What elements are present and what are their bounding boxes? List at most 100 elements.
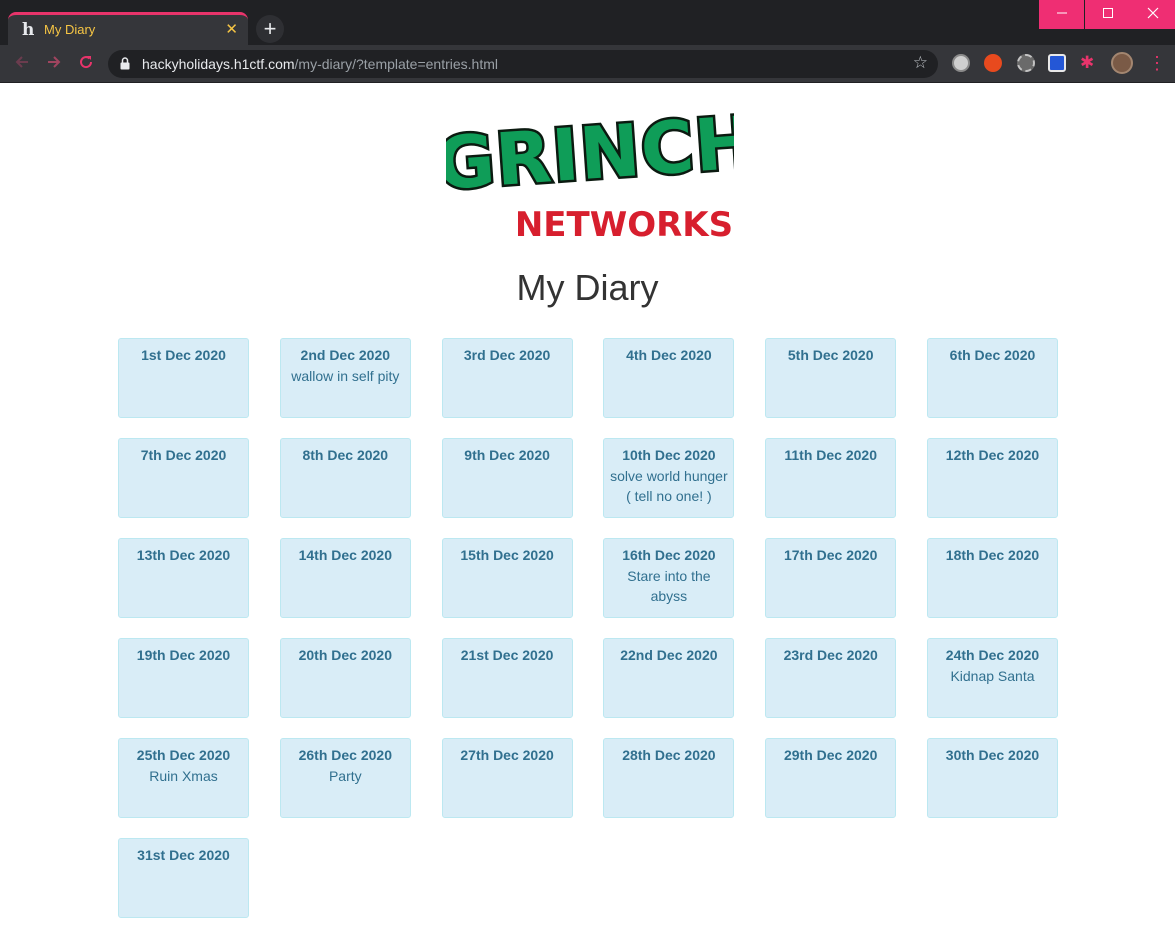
entry-date: 26th Dec 2020 [298, 747, 392, 763]
diary-entry-card: 10th Dec 2020 solve world hunger ( tell n… [603, 438, 735, 518]
window-maximize-button[interactable] [1085, 0, 1130, 29]
entry-date: 18th Dec 2020 [945, 547, 1040, 563]
entry-date: 9th Dec 2020 [464, 447, 550, 463]
entry-date: 12th Dec 2020 [945, 447, 1040, 463]
diary-entry-card: 17th Dec 2020 [765, 538, 897, 618]
diary-entry-card: 29th Dec 2020 [765, 738, 897, 818]
back-button[interactable] [10, 52, 34, 76]
page-title: My Diary [516, 267, 659, 308]
arrow-right-icon [48, 56, 61, 68]
browser-toolbar: hackyholidays.h1ctf.com/my-diary/?templa… [0, 45, 1175, 83]
diary-entry-card: 9th Dec 2020 [441, 438, 573, 518]
entry-date: 13th Dec 2020 [136, 547, 231, 563]
diary-entry-card: 22nd Dec 2020 [603, 638, 735, 718]
diary-entry-card: 15th Dec 2020 [441, 538, 573, 618]
diary-entry-card: 14th Dec 2020 [279, 538, 411, 618]
url-path: /my-diary/?template=entries.html [294, 56, 498, 72]
extension-shield-icon[interactable] [1048, 54, 1066, 72]
entry-date: 28th Dec 2020 [622, 747, 716, 763]
extension-gear-icon[interactable] [1017, 54, 1035, 72]
arrow-left-icon [15, 56, 28, 68]
diary-entry-card: 27th Dec 2020 [441, 738, 573, 818]
extension-globe-icon[interactable] [952, 54, 970, 72]
minimize-icon [1056, 12, 1067, 14]
entry-date: 8th Dec 2020 [302, 447, 389, 463]
entry-text: Kidnap Santa [950, 668, 1035, 684]
profile-avatar[interactable] [1111, 52, 1133, 74]
diary-entry-card: 23rd Dec 2020 [765, 638, 897, 718]
diary-entry-card: 25th Dec 2020 Ruin Xmas [118, 738, 249, 818]
url-host: hackyholidays.h1ctf.com [142, 56, 295, 72]
diary-entry-card: 26th Dec 2020 Party [279, 738, 411, 818]
browser-menu-icon[interactable]: ⋮ [1148, 54, 1166, 72]
diary-entry-card: 30th Dec 2020 [926, 738, 1058, 818]
entry-date: 4th Dec 2020 [626, 347, 712, 363]
entry-date: 16th Dec 2020 [622, 547, 716, 563]
entry-text: Stare into the abyss [627, 568, 711, 604]
tab-title: My Diary [44, 22, 96, 37]
new-tab-button[interactable]: + [256, 15, 284, 43]
bookmark-star-icon[interactable]: ☆ [913, 53, 928, 73]
reload-icon [80, 56, 93, 69]
diary-entry-card: 2nd Dec 2020 wallow in self pity [279, 338, 411, 418]
entry-date: 17th Dec 2020 [783, 547, 878, 563]
window-minimize-button[interactable] [1039, 0, 1084, 29]
entry-text: wallow in self pity [291, 368, 400, 384]
entry-date: 29th Dec 2020 [783, 747, 878, 763]
diary-entry-card: 1st Dec 2020 [118, 338, 249, 418]
entry-text: Party [328, 768, 362, 784]
extension-santa-icon[interactable] [984, 54, 1002, 72]
grinch-networks-logo: GRINCH NETWORKS [446, 97, 734, 241]
entry-date: 6th Dec 2020 [949, 347, 1036, 363]
diary-entry-card: 18th Dec 2020 [926, 538, 1058, 618]
diary-entry-card: 11th Dec 2020 [765, 438, 897, 518]
entry-text: solve world hunger ( tell no one! ) [610, 468, 728, 504]
diary-entry-card: 6th Dec 2020 [926, 338, 1058, 418]
diary-entry-card: 31st Dec 2020 [118, 838, 249, 918]
diary-entry-card: 20th Dec 2020 [279, 638, 411, 718]
diary-entry-card: 5th Dec 2020 [765, 338, 897, 418]
entry-date: 31st Dec 2020 [137, 847, 230, 863]
entry-date: 21st Dec 2020 [460, 647, 554, 663]
diary-entry-card: 12th Dec 2020 [926, 438, 1058, 518]
logo-bottom-text: NETWORKS [515, 205, 733, 241]
diary-entry-card: 28th Dec 2020 [603, 738, 735, 818]
diary-entry-card: 3rd Dec 2020 [441, 338, 573, 418]
lock-icon [120, 57, 130, 70]
forward-button[interactable] [42, 52, 66, 76]
diary-entry-card: 16th Dec 2020 Stare into the abyss [603, 538, 735, 618]
diary-entry-card: 24th Dec 2020 Kidnap Santa [926, 638, 1058, 718]
url-text: hackyholidays.h1ctf.com/my-diary/?templa… [142, 56, 498, 72]
entry-date: 10th Dec 2020 [622, 447, 716, 463]
entry-date: 20th Dec 2020 [298, 647, 392, 663]
tab-close-icon[interactable]: ✕ [225, 20, 238, 38]
browser-tab-strip: h My Diary ✕ + [0, 0, 1175, 45]
diary-entry-card: 8th Dec 2020 [279, 438, 411, 518]
entry-date: 7th Dec 2020 [140, 447, 227, 463]
diary-entry-card: 13th Dec 2020 [118, 538, 249, 618]
site-favicon-icon: h [22, 20, 35, 40]
maximize-icon [1102, 8, 1113, 18]
browser-tab[interactable]: h My Diary ✕ [8, 12, 248, 45]
entry-date: 30th Dec 2020 [945, 747, 1040, 763]
entry-text: Ruin Xmas [149, 768, 218, 784]
window-close-button[interactable] [1130, 0, 1175, 29]
page-content: GRINCH NETWORKS My Diary 1st Dec 2020 2nd… [0, 84, 1175, 939]
close-icon [1147, 7, 1158, 19]
entry-date: 11th Dec 2020 [784, 447, 877, 463]
diary-entry-card: 4th Dec 2020 [603, 338, 735, 418]
entry-date: 27th Dec 2020 [460, 747, 554, 763]
entry-date: 5th Dec 2020 [787, 347, 874, 363]
entry-date: 25th Dec 2020 [136, 747, 231, 763]
entry-date: 23rd Dec 2020 [783, 647, 878, 663]
address-bar[interactable]: hackyholidays.h1ctf.com/my-diary/?templa… [108, 50, 938, 78]
diary-entry-card: 7th Dec 2020 [118, 438, 249, 518]
extensions-puzzle-icon[interactable]: ✱ [1080, 54, 1098, 72]
entry-date: 2nd Dec 2020 [300, 347, 391, 363]
reload-button[interactable] [74, 52, 98, 76]
logo-top-text: GRINCH [446, 100, 734, 206]
entry-date: 22nd Dec 2020 [620, 647, 718, 663]
entry-date: 3rd Dec 2020 [463, 347, 551, 363]
entry-date: 19th Dec 2020 [136, 647, 231, 663]
diary-entry-card: 21st Dec 2020 [441, 638, 573, 718]
